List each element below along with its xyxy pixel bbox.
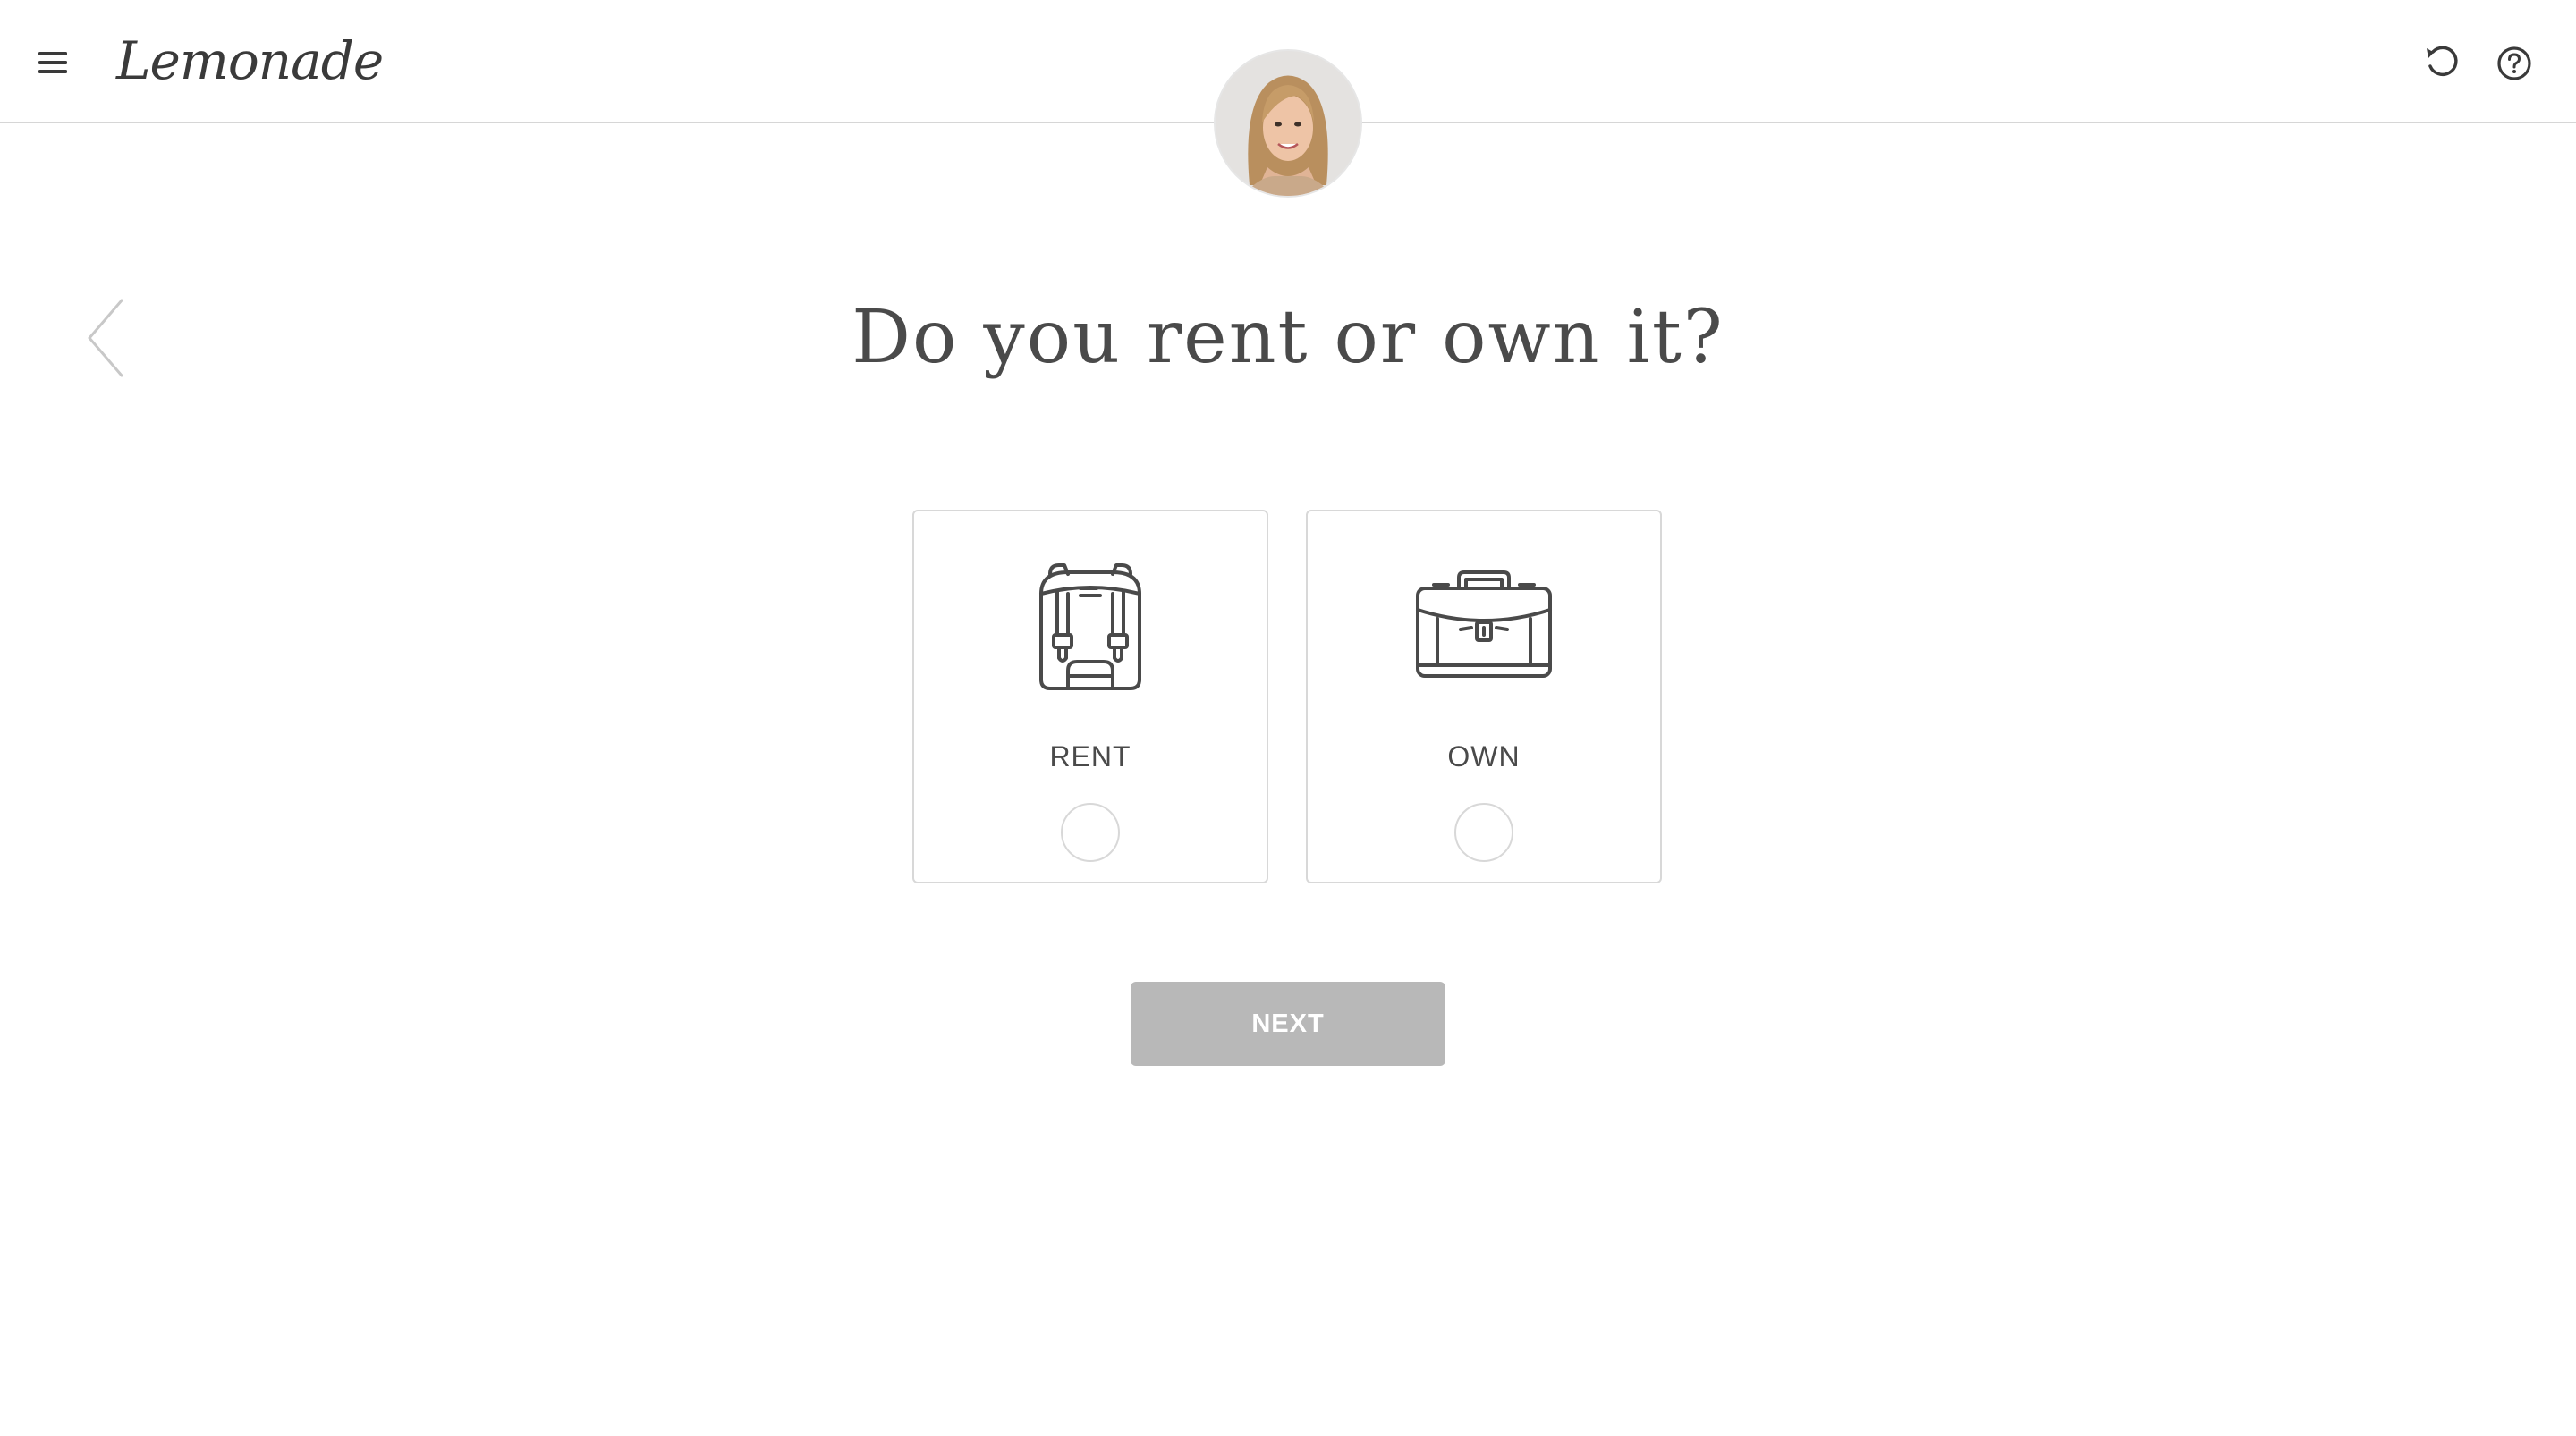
option-card-own[interactable]: OWN bbox=[1306, 510, 1662, 883]
option-label-rent: RENT bbox=[1049, 740, 1131, 773]
radio-rent[interactable] bbox=[1061, 803, 1120, 862]
help-icon[interactable] bbox=[2496, 45, 2533, 82]
question-title: Do you rent or own it? bbox=[852, 295, 1724, 380]
briefcase-icon bbox=[1416, 570, 1552, 678]
backpack-icon bbox=[1039, 563, 1141, 690]
option-label-own: OWN bbox=[1447, 740, 1521, 773]
option-card-rent[interactable]: RENT bbox=[912, 510, 1268, 883]
lemonade-logo[interactable]: Lemonade bbox=[116, 23, 384, 98]
next-button[interactable]: NEXT bbox=[1131, 982, 1445, 1066]
restart-icon[interactable] bbox=[2422, 43, 2462, 82]
assistant-avatar bbox=[1216, 51, 1360, 196]
hamburger-menu-icon[interactable] bbox=[36, 43, 72, 82]
radio-own[interactable] bbox=[1454, 803, 1513, 862]
